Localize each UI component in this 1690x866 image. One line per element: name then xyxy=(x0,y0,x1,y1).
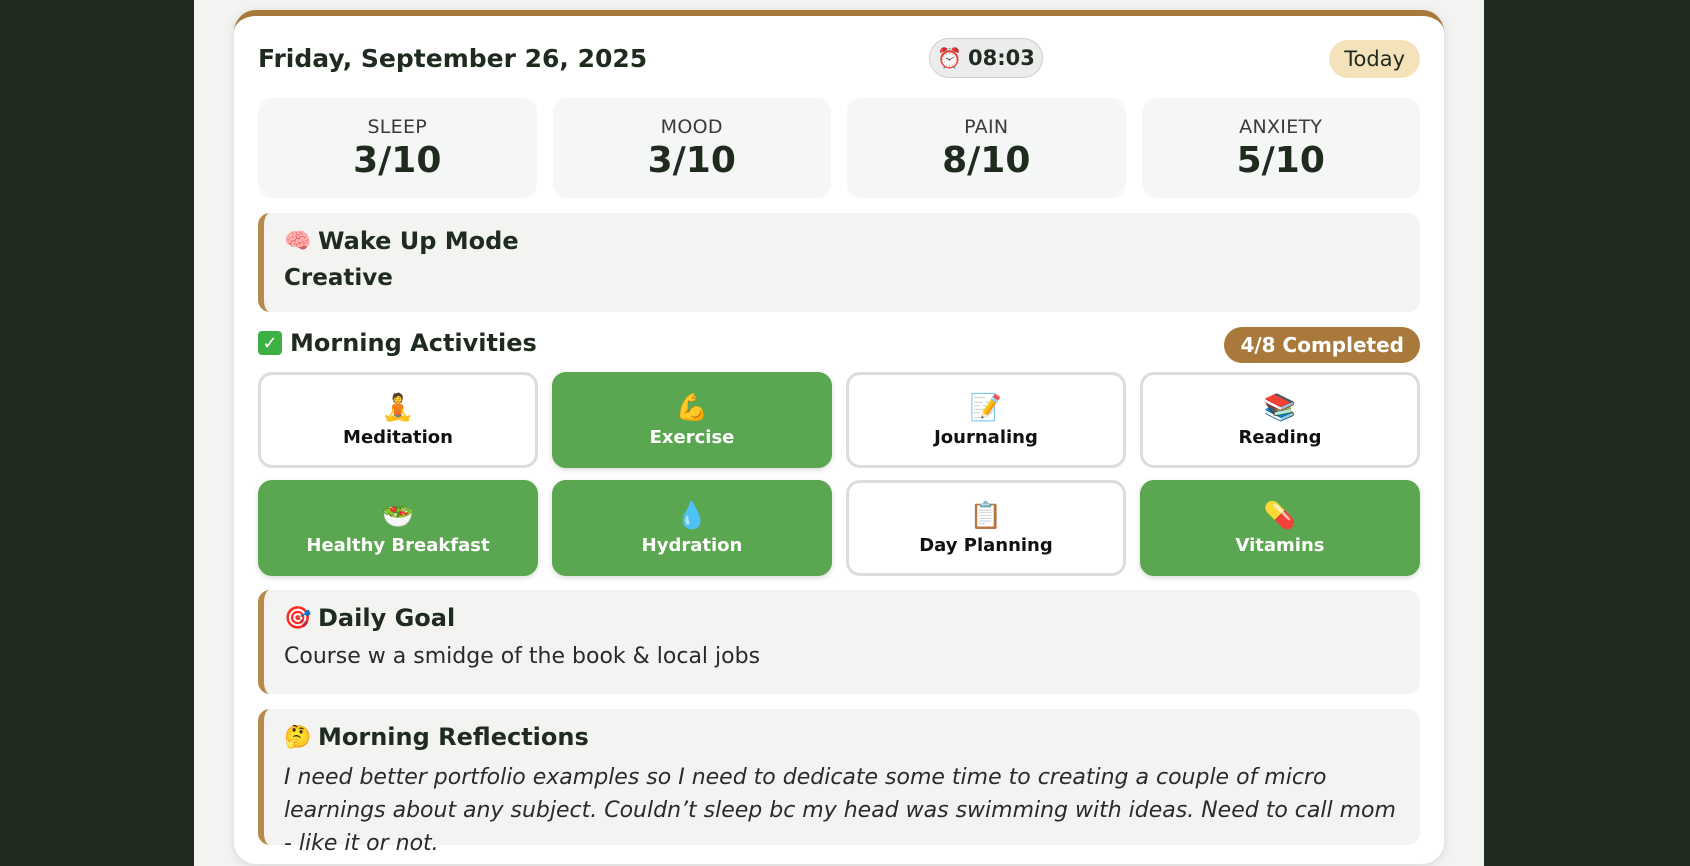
morning-reflections-panel: 🤔 Morning Reflections I need better port… xyxy=(258,709,1420,856)
metric-label: MOOD xyxy=(660,115,723,138)
activity-label: Day Planning xyxy=(919,534,1053,556)
wake-up-mode-panel: 🧠 Wake Up Mode Creative xyxy=(258,213,1420,312)
activities-header: ✓ Morning Activities 4/8 Completed xyxy=(258,327,1420,363)
activity-label: Healthy Breakfast xyxy=(306,534,490,556)
metric-label: ANXIETY xyxy=(1239,115,1323,138)
check-box-icon: ✓ xyxy=(258,331,282,355)
memo-icon: 📝 xyxy=(969,392,1003,423)
metric-value: 3/10 xyxy=(353,139,442,181)
entry-date: Friday, September 26, 2025 xyxy=(258,44,648,73)
metric-anxiety: ANXIETY 5/10 xyxy=(1141,98,1420,198)
droplet-icon: 💧 xyxy=(675,500,709,531)
metric-sleep: SLEEP 3/10 xyxy=(258,98,537,198)
activity-hydration[interactable]: 💧 Hydration xyxy=(552,480,832,576)
time-value: 08:03 xyxy=(968,46,1035,70)
thinking-face-icon: 🤔 xyxy=(284,724,312,750)
books-icon: 📚 xyxy=(1263,392,1297,423)
pill-icon: 💊 xyxy=(1263,500,1297,531)
meditation-icon: 🧘 xyxy=(381,392,415,423)
entry-header: Friday, September 26, 2025 ⏰ 08:03 Today xyxy=(258,38,1420,82)
clipboard-icon: 📋 xyxy=(969,500,1003,531)
activities-title: ✓ Morning Activities xyxy=(258,329,537,357)
morning-reflections-title: 🤔 Morning Reflections xyxy=(284,723,1400,751)
flexed-arm-icon: 💪 xyxy=(675,392,709,423)
metric-pain: PAIN 8/10 xyxy=(847,98,1126,198)
wake-up-mode-value: Creative xyxy=(284,265,393,291)
panel-title-text: Morning Reflections xyxy=(318,723,589,751)
activity-label: Journaling xyxy=(934,426,1038,448)
activity-journaling[interactable]: 📝 Journaling xyxy=(846,372,1126,468)
alarm-clock-icon: ⏰ xyxy=(937,46,963,70)
today-badge[interactable]: Today xyxy=(1329,40,1420,78)
daily-goal-panel: 🎯 Daily Goal Course w a smidge of the bo… xyxy=(258,590,1420,694)
salad-icon: 🥗 xyxy=(381,500,415,531)
time-badge: ⏰ 08:03 xyxy=(929,38,1043,78)
activities-grid: 🧘 Meditation 💪 Exercise 📝 Journaling 📚 R… xyxy=(258,372,1420,576)
daily-goal-title: 🎯 Daily Goal xyxy=(284,604,1400,632)
activity-healthy-breakfast[interactable]: 🥗 Healthy Breakfast xyxy=(258,480,538,576)
metric-value: 3/10 xyxy=(647,139,736,181)
metrics-row: SLEEP 3/10 MOOD 3/10 PAIN 8/10 ANXIETY 5… xyxy=(258,98,1420,198)
wake-up-mode-title: 🧠 Wake Up Mode xyxy=(284,227,1400,255)
activity-meditation[interactable]: 🧘 Meditation xyxy=(258,372,538,468)
brain-icon: 🧠 xyxy=(284,228,312,254)
activity-label: Hydration xyxy=(641,534,743,556)
panel-title-text: Wake Up Mode xyxy=(318,227,519,255)
daily-goal-text: Course w a smidge of the book & local jo… xyxy=(284,644,761,669)
activity-label: Exercise xyxy=(649,426,735,448)
activity-exercise[interactable]: 💪 Exercise xyxy=(552,372,832,468)
panel-title-text: Daily Goal xyxy=(318,604,456,632)
activity-vitamins[interactable]: 💊 Vitamins xyxy=(1140,480,1420,576)
metric-value: 8/10 xyxy=(942,139,1031,181)
metric-label: SLEEP xyxy=(367,115,428,138)
activity-label: Vitamins xyxy=(1235,534,1325,556)
metric-label: PAIN xyxy=(964,115,1009,138)
completed-count-badge: 4/8 Completed xyxy=(1224,327,1420,363)
metric-mood: MOOD 3/10 xyxy=(552,98,831,198)
activity-day-planning[interactable]: 📋 Day Planning xyxy=(846,480,1126,576)
morning-entry-card: Friday, September 26, 2025 ⏰ 08:03 Today… xyxy=(234,10,1444,864)
metric-value: 5/10 xyxy=(1236,139,1325,181)
activity-label: Meditation xyxy=(343,426,453,448)
target-icon: 🎯 xyxy=(284,605,312,631)
activity-reading[interactable]: 📚 Reading xyxy=(1140,372,1420,468)
morning-reflections-text: I need better portfolio examples so I ne… xyxy=(284,765,1396,856)
activities-title-text: Morning Activities xyxy=(290,329,537,357)
activity-label: Reading xyxy=(1238,426,1322,448)
